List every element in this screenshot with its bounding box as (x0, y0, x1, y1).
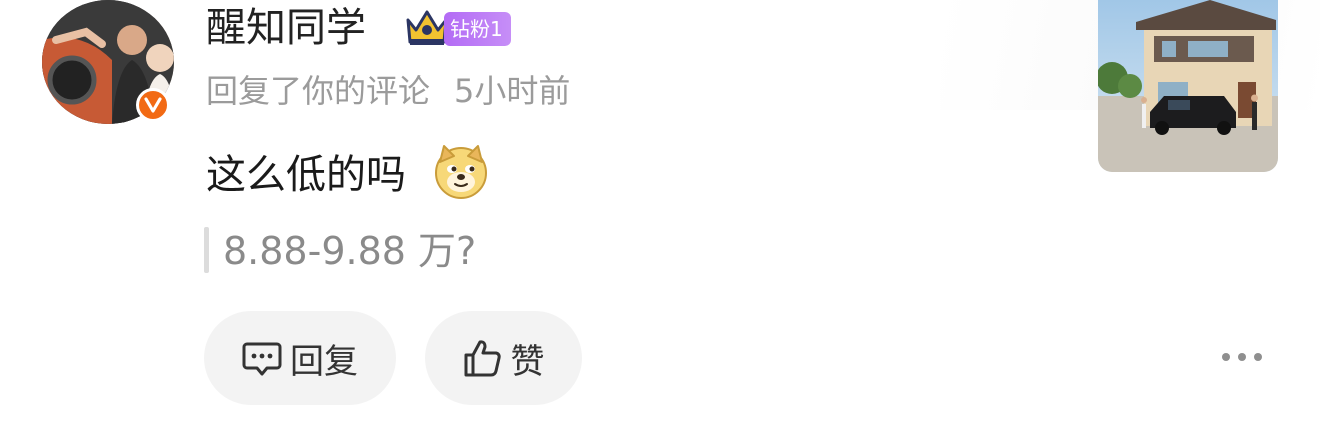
reply-button[interactable]: 回复 (204, 311, 396, 405)
quote-bar (204, 227, 209, 273)
doge-emoji-icon (435, 145, 487, 199)
reply-meta: 回复了你的评论 5小时前 (206, 68, 570, 114)
more-options-icon[interactable] (1222, 344, 1262, 370)
username[interactable]: 醒知同学 (206, 2, 366, 54)
like-label: 赞 (510, 341, 545, 382)
fan-level-badge: 钻粉1 (444, 12, 511, 46)
reply-label: 回复 (290, 341, 358, 382)
comment-icon (242, 342, 282, 376)
comment-text: 这么低的吗 (206, 152, 406, 198)
quoted-comment[interactable]: 8.88-9.88 万? (223, 226, 476, 276)
verified-badge-icon (136, 88, 170, 122)
more-dot (1254, 353, 1262, 361)
post-thumbnail[interactable] (1098, 0, 1278, 172)
more-dot (1222, 353, 1230, 361)
timestamp: 5小时前 (454, 72, 571, 110)
reply-action-text: 回复了你的评论 (206, 72, 431, 110)
more-dot (1238, 353, 1246, 361)
like-button[interactable]: 赞 (425, 311, 582, 405)
thumbs-up-icon (464, 340, 501, 377)
